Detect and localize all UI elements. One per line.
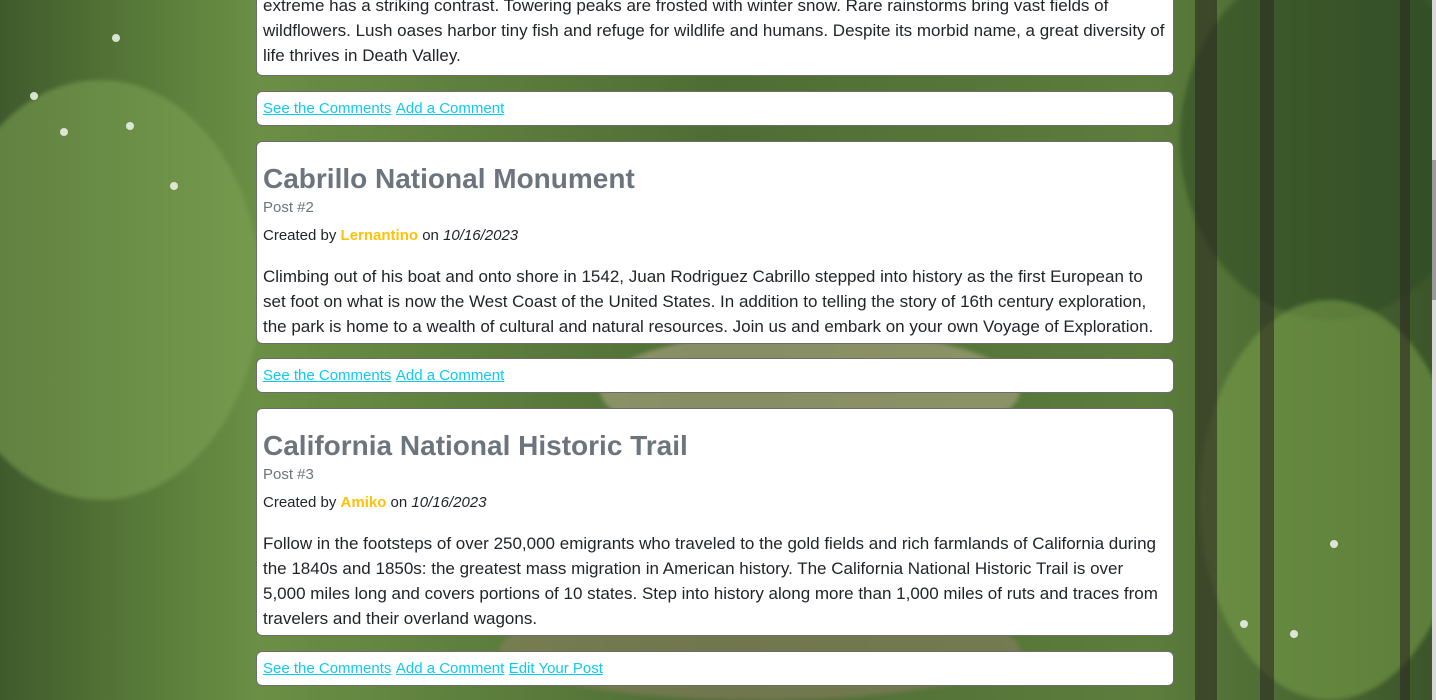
post-card: Cabrillo National Monument Post #2 Creat… xyxy=(256,141,1174,344)
see-comments-link[interactable]: See the Comments xyxy=(263,100,391,117)
post-links-bar: See the Comments Add a Comment xyxy=(256,358,1174,393)
see-comments-link[interactable]: See the Comments xyxy=(263,367,391,384)
author-name: Amiko xyxy=(340,494,387,511)
post-links-bar: See the Comments Add a Comment Edit Your… xyxy=(256,651,1174,686)
on-label: on xyxy=(386,494,412,511)
post-date: 10/16/2023 xyxy=(443,227,519,244)
edit-post-link[interactable]: Edit Your Post xyxy=(509,660,603,677)
post-title: Cabrillo National Monument xyxy=(263,163,635,194)
page-scrollbar[interactable] xyxy=(1432,0,1436,700)
created-by-label: Created by xyxy=(263,494,341,511)
add-comment-link[interactable]: Add a Comment xyxy=(396,367,504,384)
post-date: 10/16/2023 xyxy=(411,494,487,511)
created-by-label: Created by xyxy=(263,227,341,244)
post-links-bar: See the Comments Add a Comment xyxy=(256,91,1174,126)
post-number: Post #2 xyxy=(263,199,314,216)
post-card: California National Historic Trail Post … xyxy=(256,408,1174,636)
post-body: Climbing out of his boat and onto shore … xyxy=(263,267,1154,336)
scrollbar-thumb[interactable] xyxy=(1432,160,1436,300)
post-body: extreme has a striking contrast. Towerin… xyxy=(263,0,1165,65)
see-comments-link[interactable]: See the Comments xyxy=(263,660,391,677)
post-number: Post #3 xyxy=(263,466,314,483)
post-meta: Created by Lernantino on 10/16/2023 xyxy=(263,226,1167,246)
add-comment-link[interactable]: Add a Comment xyxy=(396,660,504,677)
on-label: on xyxy=(418,227,444,244)
author-name: Lernantino xyxy=(340,227,419,244)
post-card: extreme has a striking contrast. Towerin… xyxy=(256,0,1174,76)
add-comment-link[interactable]: Add a Comment xyxy=(396,100,504,117)
post-body: Follow in the footsteps of over 250,000 … xyxy=(263,534,1158,628)
post-meta: Created by Amiko on 10/16/2023 xyxy=(263,493,1167,513)
post-title: California National Historic Trail xyxy=(263,430,688,461)
